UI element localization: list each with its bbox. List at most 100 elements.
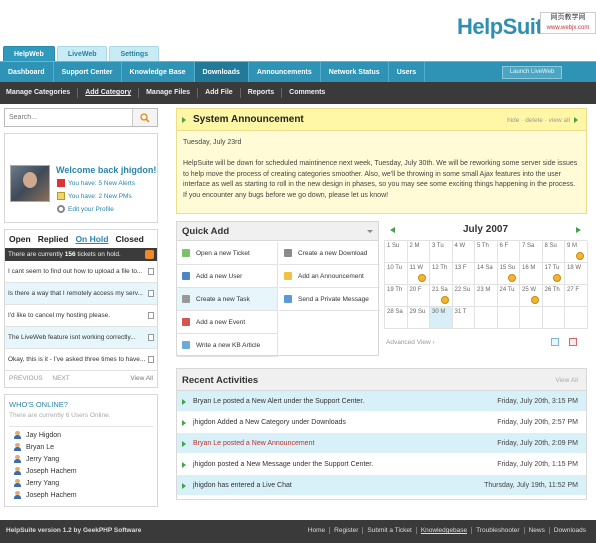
online-user[interactable]: Jay Higdon <box>9 431 153 439</box>
launch-liveweb-button[interactable]: Launch LiveWeb <box>502 66 562 79</box>
event-icon[interactable] <box>575 252 584 260</box>
online-user[interactable]: Bryan Le <box>9 443 153 451</box>
announcement-actions[interactable]: hide · delete · view all <box>507 117 578 124</box>
calendar-day[interactable]: 13 F <box>452 263 475 285</box>
online-user[interactable]: Joseph Hachem <box>9 491 153 499</box>
online-user[interactable]: Jerry Yang <box>9 455 153 463</box>
previous-link[interactable]: PREVIOUS <box>9 375 43 382</box>
calendar-day[interactable]: 28 Sa <box>385 307 408 329</box>
ticket-tab-replied[interactable]: Replied <box>38 234 69 244</box>
calendar-day[interactable]: 8 Su <box>542 241 565 263</box>
tab-settings[interactable]: Settings <box>109 46 160 61</box>
calendar-day[interactable]: 15 Su <box>497 263 520 285</box>
calendar-day[interactable]: 11 W <box>407 263 430 285</box>
edit-profile-line[interactable]: Edit your Profile <box>57 205 114 213</box>
calendar-day[interactable]: 9 M <box>565 241 588 263</box>
subnav-reports[interactable]: Reports <box>239 88 281 98</box>
edit-profile-link[interactable]: Edit your Profile <box>68 206 114 213</box>
quick-add-item[interactable]: Add a new Event <box>177 311 277 334</box>
tab-helpweb[interactable]: HelpWeb <box>3 46 55 61</box>
advanced-view-link[interactable]: Advanced View <box>386 339 431 346</box>
calendar-day[interactable]: 2 M <box>407 241 430 263</box>
expand-icon[interactable] <box>148 312 154 319</box>
quick-add-item[interactable]: Open a new Ticket <box>177 242 277 265</box>
alerts-link[interactable]: You have: 5 New Alerts <box>68 180 135 187</box>
nav-users[interactable]: Users <box>389 61 426 83</box>
calendar-day[interactable]: 25 W <box>520 285 543 307</box>
online-user[interactable]: Joseph Hachem <box>9 467 153 475</box>
next-link[interactable]: NEXT <box>52 375 69 382</box>
calendar-icon[interactable] <box>551 338 559 346</box>
calendar-day[interactable]: 19 Th <box>385 285 408 307</box>
subnav-manage-files[interactable]: Manage Files <box>138 88 197 98</box>
calendar-day[interactable]: 29 Su <box>407 307 430 329</box>
activity-row[interactable]: jhigdon Added a New Category under Downl… <box>177 412 586 433</box>
announcement-actions-text[interactable]: hide · delete · view all <box>507 117 570 124</box>
calendar-day[interactable]: 21 Sa <box>430 285 453 307</box>
calendar-day[interactable]: 14 Sa <box>475 263 498 285</box>
nav-network-status[interactable]: Network Status <box>321 61 389 83</box>
avatar[interactable] <box>10 165 50 202</box>
ticket-tab-closed[interactable]: Closed <box>116 234 144 244</box>
nav-support-center[interactable]: Support Center <box>54 61 122 83</box>
calendar-day[interactable]: 5 Th <box>475 241 498 263</box>
tab-liveweb[interactable]: LiveWeb <box>56 46 108 61</box>
pms-link[interactable]: You have: 2 New PMs <box>68 193 132 200</box>
ticket-tab-on-hold[interactable]: On Hold <box>75 234 108 244</box>
calendar-day[interactable]: 31 T <box>452 307 475 329</box>
footer-link-troubleshooter[interactable]: Troubleshooter <box>471 527 523 534</box>
expand-icon[interactable] <box>148 268 154 275</box>
expand-icon[interactable] <box>148 290 154 297</box>
quick-add-item[interactable]: Add an Announcement <box>279 265 380 288</box>
search-input[interactable] <box>5 109 133 126</box>
calendar-day[interactable]: 3 Tu <box>430 241 453 263</box>
calendar-day[interactable]: 30 M <box>430 307 453 329</box>
calendar-day[interactable]: 12 Th <box>430 263 453 285</box>
calendar-day[interactable]: 10 Tu <box>385 263 408 285</box>
footer-link-home[interactable]: Home <box>304 527 329 534</box>
event-icon[interactable] <box>440 296 449 304</box>
subnav-manage-categories[interactable]: Manage Categories <box>6 88 77 98</box>
event-icon[interactable] <box>553 274 561 282</box>
activity-row[interactable]: jhigdon has entered a Live Chat Thursday,… <box>177 475 586 496</box>
subnav-add-category[interactable]: Add Category <box>77 88 138 98</box>
ticket-row[interactable]: I cant seem to find out how to upload a … <box>5 261 157 283</box>
calendar-day[interactable]: 4 W <box>452 241 475 263</box>
search-button[interactable] <box>133 109 157 126</box>
ticket-row[interactable]: Okay, this is it - I've asked three time… <box>5 349 157 371</box>
activity-row[interactable]: jhigdon posted a New Message under the S… <box>177 454 586 475</box>
nav-knowledge-base[interactable]: Knowledge Base <box>122 61 195 83</box>
event-icon[interactable] <box>418 274 426 282</box>
alerts-line[interactable]: You have: 5 New Alerts <box>57 179 135 187</box>
calendar-day[interactable]: 6 F <box>497 241 520 263</box>
calendar-day[interactable]: 24 Tu <box>497 285 520 307</box>
calendar-add-icon[interactable] <box>569 338 577 346</box>
calendar-next-icon[interactable] <box>576 227 581 233</box>
calendar-day[interactable]: 26 Th <box>542 285 565 307</box>
ticket-row[interactable]: The LiveWeb feature isnt working correct… <box>5 327 157 349</box>
activity-row[interactable]: Bryan Le posted a New Announcement Friday… <box>177 433 586 454</box>
footer-link-news[interactable]: News <box>523 527 549 534</box>
calendar-day[interactable]: 23 M <box>475 285 498 307</box>
calendar-day[interactable]: 16 M <box>520 263 543 285</box>
expand-icon[interactable] <box>148 356 154 363</box>
quick-add-item[interactable]: Add a new User <box>177 265 277 288</box>
quick-add-item[interactable]: Create a new Download <box>279 242 380 265</box>
rss-icon[interactable] <box>145 250 154 259</box>
footer-link-submit-ticket[interactable]: Submit a Ticket <box>362 527 415 534</box>
quick-add-item[interactable]: Create a new Task <box>177 288 277 311</box>
footer-link-knowledgebase[interactable]: Knowledgebase <box>415 527 471 534</box>
footer-link-downloads[interactable]: Downloads <box>548 527 590 534</box>
calendar-day[interactable]: 20 F <box>407 285 430 307</box>
recent-view-all-link[interactable]: View All <box>555 377 578 384</box>
event-icon[interactable] <box>508 274 516 282</box>
ticket-row[interactable]: I'd like to cancel my hosting please. <box>5 305 157 327</box>
ticket-tab-open[interactable]: Open <box>9 234 31 244</box>
nav-dashboard[interactable]: Dashboard <box>0 61 54 83</box>
calendar-day[interactable]: 22 Su <box>452 285 475 307</box>
tickets-view-all-link[interactable]: View All <box>130 371 153 387</box>
nav-announcements[interactable]: Announcements <box>249 61 321 83</box>
calendar-day[interactable]: 7 Sa <box>520 241 543 263</box>
online-user[interactable]: Jerry Yang <box>9 479 153 487</box>
activity-row[interactable]: Bryan Le posted a New Alert under the Su… <box>177 391 586 412</box>
